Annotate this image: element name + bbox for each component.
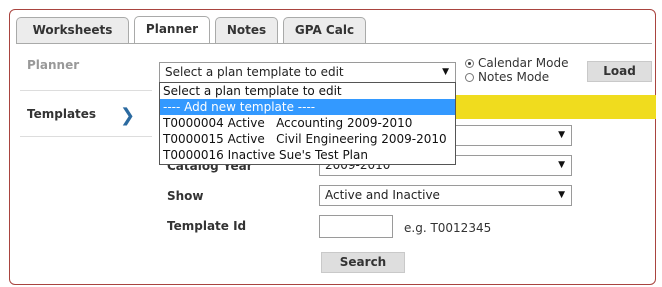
tab-notes-label: Notes (226, 23, 267, 37)
search-button-label: Search (339, 255, 387, 269)
chevron-down-icon: ▼ (558, 130, 565, 140)
chevron-down-icon: ▼ (558, 190, 565, 200)
tab-gpa-calc-label: GPA Calc (294, 23, 355, 37)
show-select[interactable]: Active and Inactive ▼ (319, 185, 572, 206)
template-id-input[interactable] (319, 215, 393, 238)
plan-template-dropdown[interactable]: Select a plan template to edit ---- Add … (159, 82, 456, 165)
dropdown-option[interactable]: T0000016 Inactive Sue's Test Plan (160, 147, 455, 163)
tab-gpa-calc[interactable]: GPA Calc (283, 17, 366, 43)
radio-selected-icon (465, 59, 474, 68)
search-button[interactable]: Search (321, 252, 405, 273)
tab-worksheets-label: Worksheets (32, 23, 113, 37)
load-button-label: Load (603, 64, 636, 78)
left-divider-bottom (20, 136, 152, 137)
tab-planner[interactable]: Planner (134, 16, 210, 44)
show-label: Show (167, 189, 204, 203)
left-divider-top (20, 90, 152, 91)
dropdown-option[interactable]: T0000015 Active Civil Engineering 2009-2… (160, 131, 455, 147)
plan-template-select-value: Select a plan template to edit (165, 65, 344, 79)
tab-planner-label: Planner (145, 22, 199, 36)
load-button[interactable]: Load (587, 61, 652, 82)
template-id-hint: e.g. T0012345 (404, 221, 492, 235)
notes-mode-label: Notes Mode (478, 70, 550, 84)
templates-highlight-bar (456, 95, 656, 119)
templates-section-label[interactable]: Templates (27, 107, 96, 121)
tab-worksheets[interactable]: Worksheets (16, 17, 129, 43)
planner-section-label: Planner (27, 58, 80, 72)
calendar-mode-label: Calendar Mode (478, 56, 569, 70)
calendar-mode-radio[interactable]: Calendar Mode (465, 56, 568, 70)
dropdown-option[interactable]: Select a plan template to edit (160, 83, 455, 99)
chevron-right-icon[interactable]: ❯ (120, 105, 135, 126)
notes-mode-radio[interactable]: Notes Mode (465, 70, 549, 84)
dropdown-option[interactable]: T0000004 Active Accounting 2009-2010 (160, 115, 455, 131)
tab-baseline (16, 43, 652, 44)
tab-notes[interactable]: Notes (215, 17, 278, 43)
chevron-down-icon: ▼ (558, 160, 565, 170)
chevron-down-icon: ▼ (442, 67, 449, 77)
dropdown-option-highlighted[interactable]: ---- Add new template ---- (160, 99, 455, 115)
show-select-value: Active and Inactive (325, 188, 440, 202)
radio-unselected-icon (465, 73, 474, 82)
plan-template-select[interactable]: Select a plan template to edit ▼ (159, 62, 456, 83)
template-id-label: Template Id (167, 219, 247, 233)
